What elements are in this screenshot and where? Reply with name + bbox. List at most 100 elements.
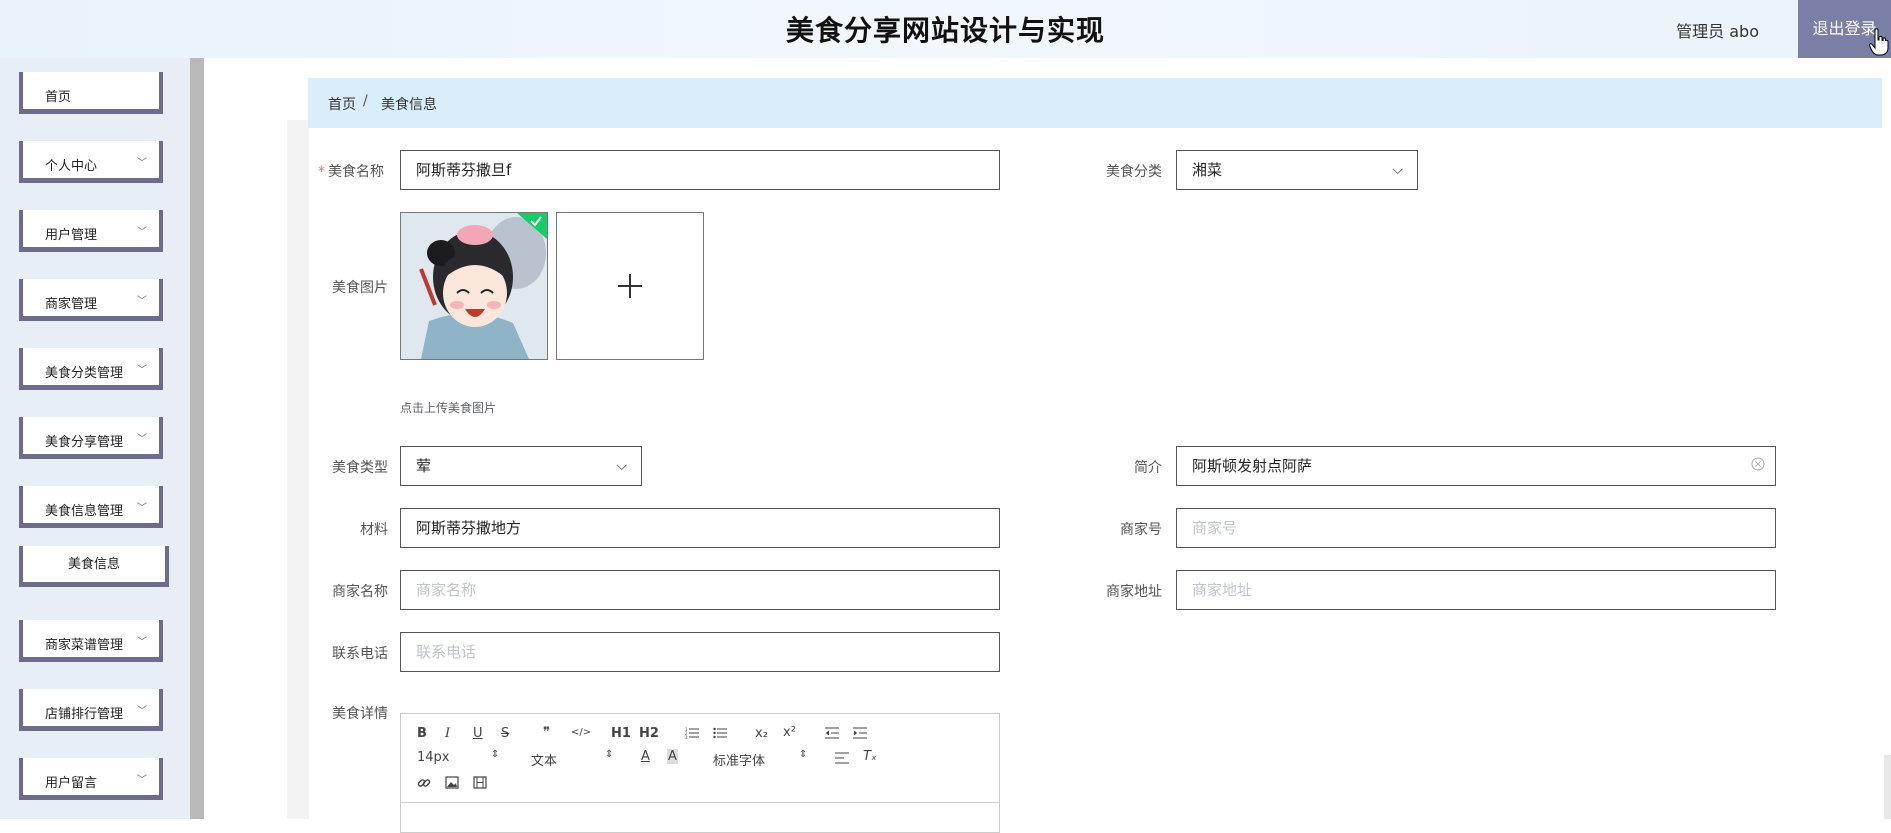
anime-girl-image — [401, 213, 547, 359]
sidebar-item-food-share-management[interactable]: 美食分享管理 ﹀ — [19, 417, 163, 459]
sidebar-item-shop-ranking-management[interactable]: 店铺排行管理 ﹀ — [19, 689, 163, 731]
select-arrows-icon: ⇕ — [799, 749, 808, 760]
sidebar-item-label: 商家菜谱管理 — [45, 638, 124, 653]
background-strip — [287, 120, 309, 819]
background-color-icon[interactable]: A — [667, 749, 678, 764]
bullet-list-icon[interactable] — [713, 727, 727, 739]
food-image-label: 美食图片 — [332, 280, 388, 296]
ordered-list-icon[interactable]: 1 2 3 — [685, 727, 699, 739]
breadcrumb-current: 美食信息 — [381, 97, 437, 113]
chevron-down-icon: ﹀ — [137, 503, 147, 514]
sidebar-item-user-management[interactable]: 用户管理 ﹀ — [19, 210, 163, 252]
top-header: 美食分享网站设计与实现 管理员 abo 退出登录 — [0, 0, 1891, 58]
merchant-no-input[interactable]: 商家号 — [1176, 508, 1776, 548]
chevron-down-icon: ﹀ — [137, 775, 147, 786]
upload-add-button[interactable] — [556, 212, 704, 360]
sidebar-item-label: 首页 — [45, 90, 72, 105]
phone-label: 联系电话 — [332, 646, 388, 662]
outdent-icon[interactable] — [825, 727, 839, 739]
clear-format-icon[interactable]: Tₓ — [863, 749, 877, 764]
sidebar-item-label: 商家管理 — [45, 297, 98, 312]
intro-label: 简介 — [1134, 460, 1162, 476]
chevron-down-icon: ﹀ — [137, 637, 147, 648]
site-title: 美食分享网站设计与实现 — [785, 14, 1105, 47]
link-icon[interactable] — [417, 776, 431, 790]
svg-text:3: 3 — [685, 735, 688, 739]
clear-icon[interactable] — [1751, 457, 1765, 471]
video-icon[interactable] — [473, 776, 487, 789]
merchant-no-label: 商家号 — [1120, 522, 1162, 538]
indent-icon[interactable] — [853, 727, 867, 739]
chevron-down-icon: ﹀ — [137, 365, 147, 376]
sidebar-item-merchant-management[interactable]: 商家管理 ﹀ — [19, 279, 163, 321]
font-color-icon[interactable]: A — [641, 749, 650, 764]
chevron-down-icon: ﹀ — [137, 296, 147, 307]
breadcrumb: 首页 / 美食信息 — [308, 78, 1882, 128]
food-category-label: 美食分类 — [1106, 164, 1162, 180]
food-category-value: 湘菜 — [1192, 161, 1223, 179]
admin-name: 管理员 abo — [1676, 22, 1759, 41]
heading2-icon[interactable]: H2 — [639, 726, 659, 741]
food-name-label: * 美食名称 — [318, 164, 384, 180]
image-icon[interactable] — [445, 776, 459, 789]
font-family-select[interactable]: 标准字体 — [713, 750, 765, 769]
uploaded-image-thumbnail[interactable] — [400, 212, 548, 360]
sidebar-item-label: 用户管理 — [45, 228, 98, 243]
underline-icon[interactable]: U — [473, 726, 483, 741]
align-icon[interactable] — [835, 752, 849, 764]
subscript-icon[interactable]: x₂ — [755, 726, 768, 741]
sidebar-scrollbar[interactable] — [190, 58, 204, 819]
intro-value: 阿斯顿发射点阿萨 — [1192, 457, 1313, 475]
sidebar-item-label: 美食分类管理 — [45, 366, 124, 381]
food-name-input[interactable]: 阿斯蒂芬撒旦f — [400, 150, 1000, 190]
breadcrumb-separator: / — [363, 93, 368, 109]
select-arrows-icon: ⇕ — [491, 749, 500, 760]
heading1-icon[interactable]: H1 — [611, 726, 631, 741]
page-scrollbar[interactable] — [1884, 755, 1891, 819]
chevron-down-icon: ﹀ — [137, 434, 147, 445]
phone-input[interactable]: 联系电话 — [400, 632, 1000, 672]
chevron-down-icon: ﹀ — [137, 706, 147, 717]
food-type-label: 美食类型 — [332, 460, 388, 476]
sidebar-item-food-category-management[interactable]: 美食分类管理 ﹀ — [19, 348, 163, 390]
italic-icon[interactable]: I — [445, 726, 450, 741]
blockquote-icon[interactable]: ❞ — [543, 725, 550, 740]
sidebar-item-label: 个人中心 — [45, 159, 98, 174]
material-label: 材料 — [360, 522, 388, 538]
chevron-down-icon: ⌵ — [616, 458, 627, 474]
sidebar-item-label: 用户留言 — [45, 776, 98, 791]
rich-text-editor[interactable]: B I U S ❞ </> H1 H2 1 2 3 x₂ x² 14px ⇕ 文… — [400, 713, 1000, 833]
material-input[interactable]: 阿斯蒂芬撒地方 — [400, 508, 1000, 548]
sidebar-subitem-food-info[interactable]: 美食信息 — [19, 546, 169, 587]
food-type-value: 荤 — [416, 457, 432, 475]
bold-icon[interactable]: B — [417, 726, 427, 741]
food-type-select[interactable]: 荤 ⌵ — [400, 446, 642, 486]
merchant-address-label: 商家地址 — [1106, 584, 1162, 600]
food-detail-label: 美食详情 — [332, 706, 388, 722]
chevron-down-icon: ⌵ — [1392, 162, 1403, 178]
chevron-down-icon: ﹀ — [137, 158, 147, 169]
merchant-name-input[interactable]: 商家名称 — [400, 570, 1000, 610]
code-block-icon[interactable]: </> — [571, 727, 591, 738]
sidebar-item-label: 美食信息管理 — [45, 504, 124, 519]
superscript-icon[interactable]: x² — [783, 725, 796, 740]
sidebar-item-label: 美食分享管理 — [45, 435, 124, 450]
plus-icon — [618, 274, 642, 298]
select-arrows-icon: ⇕ — [605, 749, 614, 760]
sidebar-item-label: 店铺排行管理 — [45, 707, 124, 722]
intro-input[interactable]: 阿斯顿发射点阿萨 — [1176, 446, 1776, 486]
editor-toolbar-divider — [401, 802, 999, 803]
sidebar-item-food-info-management[interactable]: 美食信息管理 ﹀ — [19, 486, 163, 528]
sidebar-item-home[interactable]: 首页 — [19, 72, 163, 114]
strikethrough-icon[interactable]: S — [501, 726, 509, 741]
sidebar-item-merchant-recipe-management[interactable]: 商家菜谱管理 ﹀ — [19, 620, 163, 662]
sidebar-item-user-messages[interactable]: 用户留言 ﹀ — [19, 758, 163, 800]
text-style-select[interactable]: 文本 — [531, 750, 557, 769]
breadcrumb-home[interactable]: 首页 — [328, 94, 356, 114]
sidebar-item-personal-center[interactable]: 个人中心 ﹀ — [19, 141, 163, 183]
hand-cursor-icon — [1869, 28, 1889, 56]
merchant-address-input[interactable]: 商家地址 — [1176, 570, 1776, 610]
food-category-select[interactable]: 湘菜 ⌵ — [1176, 150, 1418, 190]
font-size-select[interactable]: 14px — [417, 750, 450, 765]
upload-tip: 点击上传美食图片 — [400, 401, 497, 415]
